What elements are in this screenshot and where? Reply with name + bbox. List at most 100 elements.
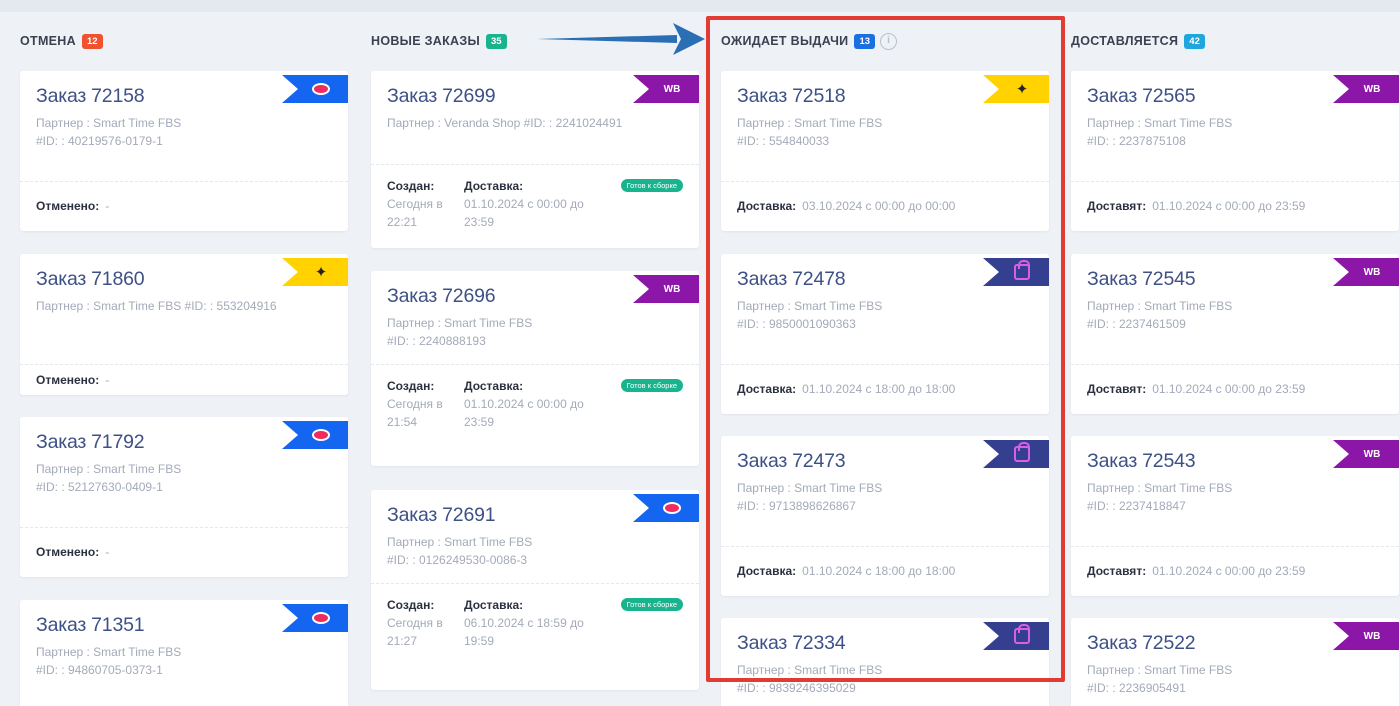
order-title[interactable]: Заказ 71351 [36,614,332,637]
yandex-market-logo-icon: ✦ [1015,81,1029,98]
footer-label: Отменено: [36,372,100,387]
order-id-line: #ID: : 94860705-0373-1 [36,663,163,677]
created-block: Создан: Сегодня в 21:54 [387,377,464,431]
status-badge[interactable]: Готов к сборке [620,179,683,192]
order-word: Заказ [36,431,87,453]
annotation-arrow [537,23,705,55]
order-card[interactable]: Заказ 72545 Партнер : Smart Time FBS #ID: :… [1071,254,1399,414]
footer-label: Доставят: [1087,199,1147,213]
created-label: Создан: [387,598,435,612]
order-word: Заказ [387,504,438,526]
order-word: Заказ [737,450,788,472]
created-block: Создан: Сегодня в 21:27 [387,596,464,650]
footer-value: 01.10.2024 с 18:00 до 18:00 [802,564,956,578]
order-card[interactable]: Заказ 72699 Партнер : Veranda Shop #ID: : … [371,71,699,248]
order-title[interactable]: Заказ 72565 [1087,85,1383,108]
order-title[interactable]: Заказ 72691 [387,504,683,527]
order-number: 72334 [792,632,846,654]
order-number: 72696 [442,285,496,307]
order-card[interactable]: Заказ 72518 Партнер : Smart Time FBS #ID: :… [721,71,1049,231]
status-badge[interactable]: Готов к сборке [620,379,683,392]
info-icon[interactable]: i [880,32,898,50]
partner-line: Партнер : Smart Time FBS [1087,299,1233,313]
order-card[interactable]: Заказ 72691 Партнер : Smart Time FBS #ID: :… [371,490,699,690]
order-number: 72699 [442,85,496,107]
card-header: Заказ 72696 Партнер : Smart Time FBS #ID: :… [371,271,699,350]
order-number: 71860 [91,268,145,290]
order-title[interactable]: Заказ 72473 [737,450,1033,473]
partner-line: Партнер : Smart Time FBS [1087,663,1233,677]
footer-label: Доставка: [737,382,797,396]
order-title[interactable]: Заказ 72334 [737,632,1033,655]
order-card[interactable]: Заказ 71351 Партнер : Smart Time FBS #ID: :… [20,600,348,706]
order-title[interactable]: Заказ 72545 [1087,268,1383,291]
order-card[interactable]: Заказ 72158 Партнер : Smart Time FBS #ID: :… [20,71,348,231]
column-header: ОЖИДАЕТ ВЫДАЧИ 13 i [721,32,898,50]
order-title[interactable]: Заказ 72478 [737,268,1033,291]
column-2: ОЖИДАЕТ ВЫДАЧИ 13 i Заказ 72518 Партнер : Sma… [721,12,1049,706]
card-header: Заказ 71860 Партнер : Smart Time FBS #ID: … [20,254,348,315]
order-card[interactable]: Заказ 72565 Партнер : Smart Time FBS #ID: :… [1071,71,1399,231]
top-divider [0,0,1400,12]
order-card[interactable]: Заказ 72543 Партнер : Smart Time FBS #ID: :… [1071,436,1399,596]
wb-label: WB [1363,448,1381,460]
footer-label: Доставка: [737,564,797,578]
created-block: Создан: Сегодня в 22:21 [387,177,464,231]
partner-line: Партнер : Smart Time FBS [387,535,533,549]
order-card[interactable]: Заказ 72473 Партнер : Smart Time FBS #ID: :… [721,436,1049,596]
order-number: 72543 [1142,450,1196,472]
wb-label: WB [1363,630,1381,642]
order-id-line: #ID: : 2236905491 [1087,681,1186,695]
delivery-label: Доставка: [464,598,524,612]
card-header: Заказ 72565 Партнер : Smart Time FBS #ID: :… [1071,71,1399,150]
order-title[interactable]: Заказ 72543 [1087,450,1383,473]
order-word: Заказ [1087,268,1138,290]
column-title: НОВЫЕ ЗАКАЗЫ [371,34,481,48]
kanban-board: ОТМЕНА 12 Заказ 72158 Партнер : Smart Time F… [0,12,1400,706]
order-card[interactable]: Заказ 71792 Партнер : Smart Time FBS #ID: :… [20,417,348,577]
wb-label: WB [1363,83,1381,95]
order-card[interactable]: Заказ 72696 Партнер : Smart Time FBS #ID: :… [371,271,699,466]
delivery-label: Доставка: [464,179,524,193]
column-title: ОТМЕНА [20,34,76,48]
order-card[interactable]: Заказ 72478 Партнер : Smart Time FBS #ID: :… [721,254,1049,414]
order-word: Заказ [737,85,788,107]
column-1: НОВЫЕ ЗАКАЗЫ 35 Заказ 72699 Партнер : Verand… [371,12,699,706]
partner-line: Партнер : Smart Time FBS [737,663,883,677]
footer-label: Отменено: [36,199,100,213]
order-word: Заказ [1087,450,1138,472]
partner-line: Партнер : Smart Time FBS [1087,481,1233,495]
delivery-block: Доставка: 01.10.2024 с 00:00 до 23:59 [464,377,604,431]
created-value: Сегодня в 22:21 [387,197,443,229]
order-id-line: #ID: : 554840033 [737,134,830,148]
delivery-value: 01.10.2024 с 00:00 до 23:59 [464,197,584,229]
order-title[interactable]: Заказ 72518 [737,85,1033,108]
order-title[interactable]: Заказ 72522 [1087,632,1383,655]
created-value: Сегодня в 21:27 [387,616,443,648]
card-header: Заказ 72473 Партнер : Smart Time FBS #ID: :… [721,436,1049,515]
card-header: Заказ 72522 Партнер : Smart Time FBS #ID: :… [1071,618,1399,697]
card-footer: Доставят: 01.10.2024 с 00:00 до 23:59 [1071,181,1399,231]
partner-line: Партнер : Smart Time FBS [387,316,533,330]
order-title[interactable]: Заказ 71860 [36,268,332,291]
order-id-line: #ID: : 40219576-0179-1 [36,134,163,148]
column-3: ДОСТАВЛЯЕТСЯ 42 Заказ 72565 Партнер : Smart … [1071,12,1399,706]
card-header: Заказ 72334 Партнер : Smart Time FBS #ID: :… [721,618,1049,697]
order-id-line: #ID: : 9850001090363 [737,317,856,331]
footer-label: Доставка: [737,199,797,213]
yandex-market-logo-icon: ✦ [314,264,328,281]
status-badge[interactable]: Готов к сборке [620,598,683,611]
card-footer: Доставка: 01.10.2024 с 18:00 до 18:00 [721,546,1049,596]
order-card[interactable]: Заказ 72522 Партнер : Smart Time FBS #ID: :… [1071,618,1399,706]
order-title[interactable]: Заказ 72699 [387,85,683,108]
order-card[interactable]: Заказ 71860 Партнер : Smart Time FBS #ID: … [20,254,348,395]
order-title[interactable]: Заказ 71792 [36,431,332,454]
order-title[interactable]: Заказ 72696 [387,285,683,308]
order-card[interactable]: Заказ 72334 Партнер : Smart Time FBS #ID: :… [721,618,1049,706]
order-title[interactable]: Заказ 72158 [36,85,332,108]
wb-label: WB [663,283,681,295]
column-count-badge: 35 [486,33,507,49]
footer-value: 01.10.2024 с 00:00 до 23:59 [1152,199,1306,213]
card-footer: Отменено: - [20,364,348,395]
footer-label: Доставят: [1087,564,1147,578]
